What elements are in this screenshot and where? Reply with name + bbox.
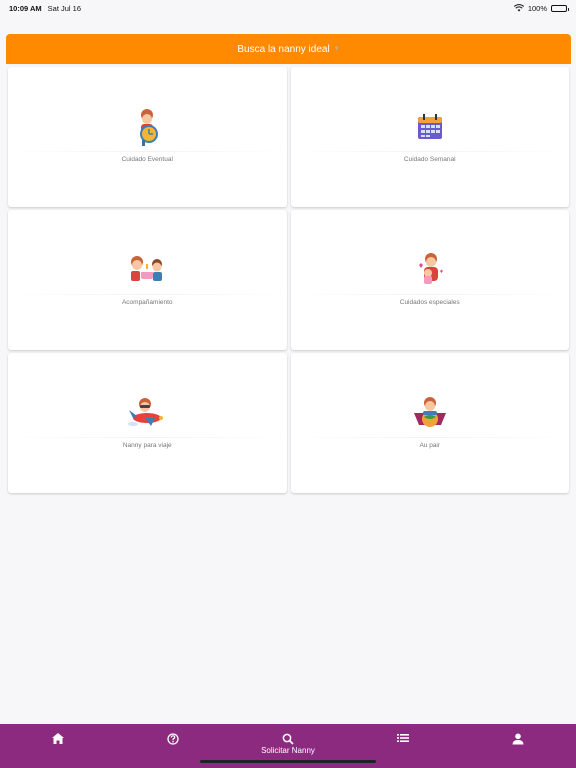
service-label: Acompañamiento — [121, 299, 173, 306]
status-bar: 10:09 AM Sat Jul 16 100% — [0, 0, 576, 16]
nanny-with-globe-icon — [410, 393, 450, 433]
nanny-on-airplane-icon — [127, 393, 167, 433]
service-card-au-pair[interactable]: Au pair — [290, 353, 569, 493]
search-nanny-header[interactable]: Busca la nanny ideal ▼ — [6, 34, 571, 64]
nanny-hugging-child-icon — [410, 250, 450, 290]
service-label: Nanny para viaje — [122, 442, 172, 449]
nav-list[interactable] — [346, 724, 461, 743]
service-label: Cuidado Eventual — [121, 156, 173, 163]
calendar-icon — [410, 107, 450, 147]
status-time: 10:09 AM — [9, 3, 42, 13]
nav-home[interactable] — [0, 724, 115, 744]
service-card-cuidados-especiales[interactable]: Cuidados especiales — [290, 210, 569, 350]
girl-with-clock-icon — [127, 107, 167, 147]
service-label: Au pair — [419, 442, 441, 449]
service-label: Cuidados especiales — [399, 299, 460, 306]
battery-percent: 100% — [527, 3, 547, 13]
service-card-cuidado-eventual[interactable]: Cuidado Eventual — [8, 67, 287, 207]
status-right: 100% — [513, 3, 569, 13]
nav-profile[interactable] — [461, 724, 576, 745]
home-indicator — [200, 760, 376, 763]
service-card-nanny-para-viaje[interactable]: Nanny para viaje — [8, 353, 287, 493]
service-card-acompanamiento[interactable]: Acompañamiento — [8, 210, 287, 350]
service-grid: Cuidado Eventual Cuidado Semanal Acompañ… — [6, 64, 571, 496]
wifi-icon — [513, 4, 524, 12]
caret-down-icon: ▼ — [333, 46, 340, 52]
list-icon — [397, 734, 410, 742]
home-icon — [51, 733, 64, 744]
person-icon — [512, 733, 524, 745]
service-card-cuidado-semanal[interactable]: Cuidado Semanal — [290, 67, 569, 207]
nav-solicitar-nanny[interactable]: Solicitar Nanny — [230, 724, 345, 755]
search-icon — [282, 733, 294, 745]
service-label: Cuidado Semanal — [403, 156, 456, 163]
nav-label: Solicitar Nanny — [261, 746, 315, 755]
nav-help[interactable] — [115, 724, 230, 745]
header-title: Busca la nanny ideal — [237, 43, 330, 55]
kids-with-cake-icon — [127, 250, 167, 290]
battery-icon — [551, 4, 569, 12]
status-date: Sat Jul 16 — [47, 3, 82, 13]
help-icon — [167, 733, 179, 745]
